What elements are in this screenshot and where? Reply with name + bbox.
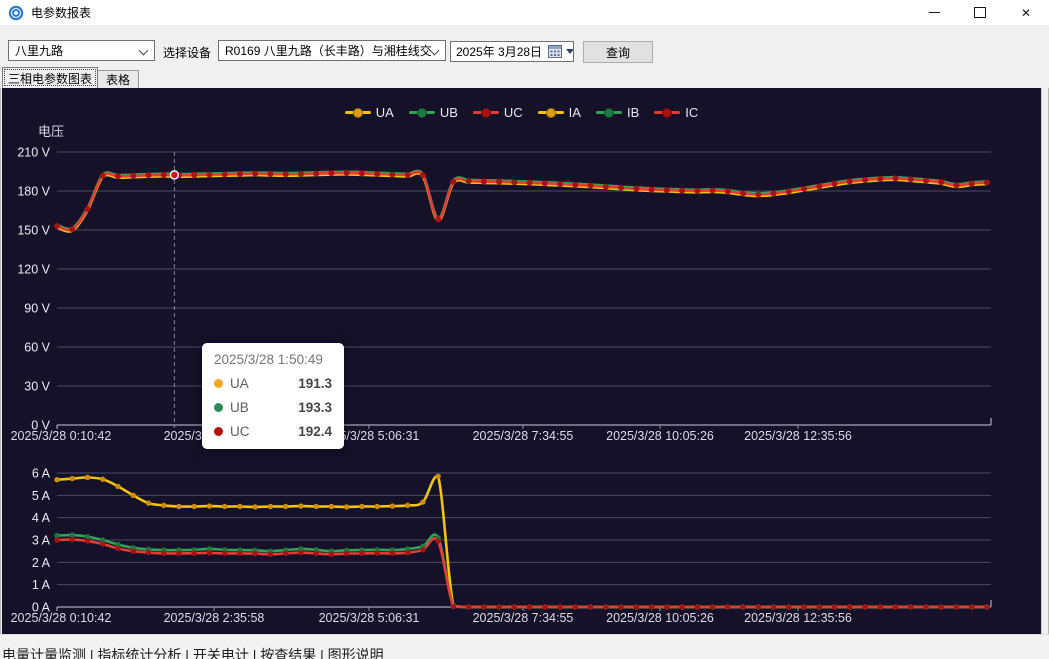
svg-text:60 V: 60 V	[24, 341, 50, 355]
maximize-button[interactable]	[957, 0, 1003, 25]
svg-text:30 V: 30 V	[24, 380, 50, 394]
query-button[interactable]: 查询	[583, 41, 653, 63]
voltage-chart[interactable]: 0 V30 V60 V90 V120 V150 V180 V210 V2025/…	[11, 124, 991, 443]
svg-text:150 V: 150 V	[17, 224, 50, 238]
minimize-icon	[929, 12, 940, 13]
tab-table[interactable]: 表格	[97, 70, 139, 88]
tooltip-series-label: UA	[230, 376, 249, 391]
date-picker-value: 2025年 3月28日	[456, 43, 542, 60]
svg-text:2025/3/28 10:05:26: 2025/3/28 10:05:26	[606, 429, 714, 443]
svg-text:2025/3/28 10:05:26: 2025/3/28 10:05:26	[606, 611, 714, 625]
minimize-button[interactable]	[911, 0, 957, 25]
svg-text:2025/3/28 12:35:56: 2025/3/28 12:35:56	[744, 611, 852, 625]
legend-item-UA[interactable]: UA	[345, 105, 394, 120]
svg-text:5 A: 5 A	[32, 489, 51, 503]
legend-label: UC	[504, 105, 523, 120]
svg-text:90 V: 90 V	[24, 302, 50, 316]
tooltip-row: UC 192.4	[214, 424, 332, 439]
app-icon	[8, 5, 24, 21]
svg-text:1 A: 1 A	[32, 578, 51, 592]
chevron-down-icon	[139, 46, 149, 56]
tooltip-timestamp: 2025/3/28 1:50:49	[214, 352, 332, 367]
bottom-strip-clipped-text: 电量计量监测 | 指标统计分析 | 开关电计 | 按查结果 | 图形说明	[2, 645, 384, 659]
area-select[interactable]: 八里九路	[8, 40, 155, 61]
tooltip-series-value: 193.3	[298, 400, 332, 415]
svg-text:2 A: 2 A	[32, 556, 51, 570]
tooltip-series-value: 192.4	[298, 424, 332, 439]
device-select-value: R0169 八里九路（长丰路）与湘桂线交	[225, 42, 432, 59]
legend-label: IB	[627, 105, 639, 120]
chart-tooltip: 2025/3/28 1:50:49 UA 191.3 UB 193.3 UC 192.4	[202, 343, 344, 449]
tooltip-series-value: 191.3	[298, 376, 332, 391]
svg-text:120 V: 120 V	[17, 263, 50, 277]
svg-text:2025/3/28 7:34:55: 2025/3/28 7:34:55	[473, 611, 574, 625]
legend-item-UB[interactable]: UB	[409, 105, 458, 120]
legend-item-IC[interactable]: IC	[654, 105, 698, 120]
legend-label: UB	[440, 105, 458, 120]
svg-text:6 A: 6 A	[32, 467, 51, 481]
tooltip-row: UB 193.3	[214, 400, 332, 415]
title-bar: 电参数报表 ✕	[0, 0, 1049, 25]
svg-text:2025/3/28 5:06:31: 2025/3/28 5:06:31	[319, 611, 420, 625]
series-dot-icon	[214, 403, 223, 412]
tab-three-phase-chart[interactable]: 三相电参数图表	[2, 67, 98, 88]
svg-text:电压: 电压	[38, 124, 64, 139]
legend-line-marker-icon	[409, 108, 435, 118]
charts-canvas[interactable]: 0 V30 V60 V90 V120 V150 V180 V210 V2025/…	[2, 88, 1041, 634]
dropdown-arrow-icon	[566, 49, 574, 54]
device-select[interactable]: R0169 八里九路（长丰路）与湘桂线交	[218, 40, 446, 61]
legend: UA UB UC IA IB IC	[2, 105, 1041, 120]
tab-bar: 三相电参数图表 表格	[0, 67, 1049, 88]
svg-text:4 A: 4 A	[32, 511, 51, 525]
tooltip-series-label: UC	[230, 424, 250, 439]
window-title: 电参数报表	[31, 4, 91, 21]
svg-text:2025/3/28 12:35:56: 2025/3/28 12:35:56	[744, 429, 852, 443]
area-select-value: 八里九路	[15, 42, 63, 59]
svg-text:180 V: 180 V	[17, 185, 50, 199]
bottom-strip: 电量计量监测 | 指标统计分析 | 开关电计 | 按查结果 | 图形说明	[0, 634, 1049, 659]
legend-line-marker-icon	[345, 108, 371, 118]
legend-line-marker-icon	[473, 108, 499, 118]
app-window: { "window": { "title": "电参数报表", "control…	[0, 0, 1049, 658]
series-dot-icon	[214, 427, 223, 436]
legend-item-IA[interactable]: IA	[538, 105, 581, 120]
maximize-icon	[974, 7, 986, 18]
window-controls: ✕	[911, 0, 1049, 25]
svg-text:2025/3/28 0:10:42: 2025/3/28 0:10:42	[11, 611, 112, 625]
current-chart[interactable]: 0 A1 A2 A3 A4 A5 A6 A2025/3/28 0:10:4220…	[11, 467, 991, 626]
legend-label: IC	[685, 105, 698, 120]
legend-label: IA	[569, 105, 581, 120]
svg-text:210 V: 210 V	[17, 146, 50, 160]
legend-item-UC[interactable]: UC	[473, 105, 523, 120]
legend-line-marker-icon	[596, 108, 622, 118]
svg-text:2025/3/28 0:10:42: 2025/3/28 0:10:42	[11, 429, 112, 443]
tooltip-row: UA 191.3	[214, 376, 332, 391]
series-dot-icon	[214, 379, 223, 388]
device-label: 选择设备	[163, 44, 211, 61]
chart-panel: UAUBUCIAIBIC 0 V30 V60 V90 V120 V150 V18…	[2, 88, 1042, 634]
calendar-icon	[548, 45, 562, 58]
legend-label: UA	[376, 105, 394, 120]
svg-text:2025/3/28 2:35:58: 2025/3/28 2:35:58	[164, 611, 265, 625]
svg-text:2025/3/28 7:34:55: 2025/3/28 7:34:55	[473, 429, 574, 443]
close-icon: ✕	[1021, 7, 1031, 19]
svg-text:3 A: 3 A	[32, 534, 51, 548]
legend-line-marker-icon	[654, 108, 680, 118]
tooltip-series-label: UB	[230, 400, 249, 415]
date-picker[interactable]: 2025年 3月28日	[450, 41, 574, 62]
close-button[interactable]: ✕	[1003, 0, 1049, 25]
legend-item-IB[interactable]: IB	[596, 105, 639, 120]
legend-line-marker-icon	[538, 108, 564, 118]
